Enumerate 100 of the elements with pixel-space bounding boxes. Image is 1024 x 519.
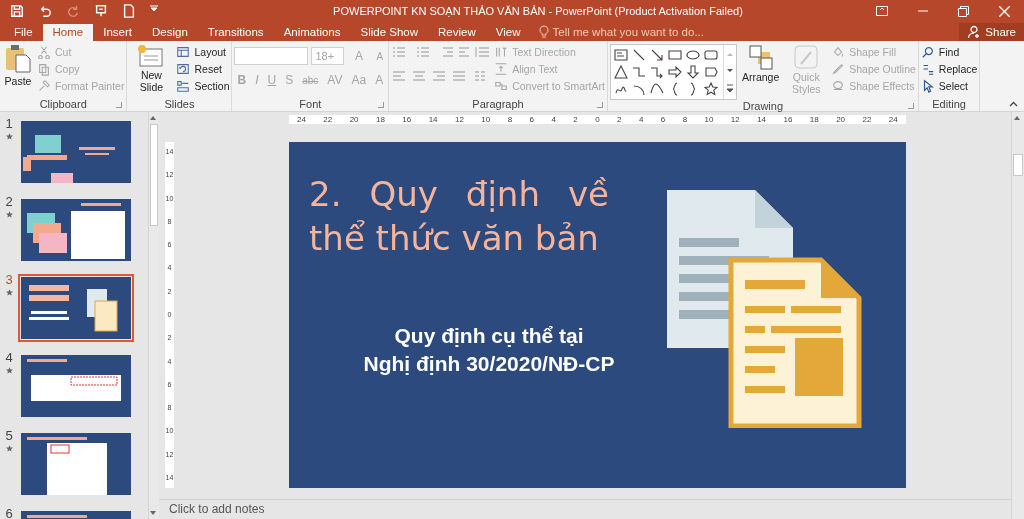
ruler-number: 14 bbox=[428, 115, 438, 124]
slide-thumbnail[interactable] bbox=[18, 274, 134, 342]
slide-subtitle: Quy định cụ thể tại bbox=[394, 323, 584, 349]
scrollbar[interactable] bbox=[1011, 112, 1024, 519]
pencil-icon bbox=[831, 61, 846, 76]
layout-icon bbox=[176, 44, 191, 59]
dialog-launcher-icon[interactable] bbox=[116, 102, 123, 108]
ruler-number: 6 bbox=[660, 115, 666, 124]
ruler-number: 4 bbox=[638, 115, 644, 124]
brush-icon bbox=[37, 78, 51, 93]
font-name-field[interactable] bbox=[234, 47, 309, 65]
clipboard-icon bbox=[4, 44, 32, 74]
dialog-launcher-icon[interactable] bbox=[907, 103, 914, 109]
slide-thumbnail[interactable] bbox=[18, 352, 134, 420]
section-icon bbox=[176, 78, 191, 93]
dialog-launcher-icon[interactable] bbox=[596, 102, 603, 108]
editing-button[interactable]: Replace bbox=[920, 61, 978, 76]
ribbon-display-icon[interactable] bbox=[876, 6, 888, 16]
scroll-thumb[interactable] bbox=[150, 124, 158, 226]
arrange-icon bbox=[747, 44, 774, 70]
ruler-number: 8 bbox=[507, 115, 513, 124]
paste-button[interactable]: Paste bbox=[2, 44, 34, 97]
ruler-number: 2 bbox=[617, 115, 622, 124]
reset-icon bbox=[176, 61, 191, 76]
ruler-number: 4 bbox=[551, 115, 556, 124]
ruler-number: 18 bbox=[376, 115, 385, 124]
gallery-scroll-icon[interactable] bbox=[722, 45, 736, 99]
ruler-number: 6 bbox=[529, 115, 534, 124]
slide-option-button[interactable]: Reset bbox=[176, 61, 230, 76]
tell-me-field[interactable]: Tell me what you want to do... bbox=[530, 25, 704, 41]
ruler-number: 10 bbox=[704, 115, 714, 124]
ruler-number: 22 bbox=[862, 115, 872, 124]
arrange-button[interactable]: Arrange bbox=[739, 44, 782, 100]
window-title: POWERPOINT KN SOẠN THẢO VĂN BẢN - PowerPoint (Product Activation Failed) bbox=[332, 5, 744, 17]
restore-icon[interactable] bbox=[958, 5, 969, 17]
ribbon-tab[interactable]: Transitions bbox=[197, 24, 274, 41]
slide-number: 2 bbox=[5, 196, 13, 208]
ruler-number: 12 bbox=[730, 115, 740, 124]
ribbon-tab[interactable]: Insert bbox=[93, 24, 142, 41]
scroll-thumb[interactable] bbox=[1013, 154, 1023, 176]
ruler-number: 10 bbox=[481, 115, 491, 124]
ribbon-tab[interactable]: File bbox=[4, 24, 43, 41]
editing-button[interactable]: Find bbox=[920, 44, 978, 59]
effects-icon bbox=[831, 78, 846, 93]
slide-number: 6 bbox=[5, 508, 13, 519]
collapse-ribbon-icon[interactable] bbox=[1009, 101, 1018, 107]
dialog-launcher-icon[interactable] bbox=[378, 102, 385, 108]
slideshow-icon[interactable] bbox=[94, 4, 108, 18]
group-label: Font bbox=[299, 98, 322, 110]
ruler-number: 2 bbox=[573, 115, 578, 124]
ruler-number: 24 bbox=[297, 115, 306, 124]
slide-thumbnail[interactable] bbox=[18, 118, 134, 186]
ruler-number: 20 bbox=[836, 115, 846, 124]
ruler-number: 20 bbox=[349, 115, 359, 124]
slide-number: 3 bbox=[5, 274, 13, 286]
ribbon-tab[interactable]: View bbox=[485, 24, 531, 41]
new-file-icon[interactable] bbox=[122, 4, 136, 18]
slide-number: 5 bbox=[5, 430, 13, 442]
slide-thumbnail[interactable] bbox=[18, 430, 134, 498]
ruler-number: 14 bbox=[757, 115, 767, 124]
share-button[interactable]: Share bbox=[959, 23, 1024, 41]
slide-thumbnail[interactable] bbox=[18, 196, 134, 264]
ribbon-tab[interactable]: Review bbox=[428, 24, 486, 41]
editing-button[interactable]: Select bbox=[920, 78, 978, 93]
slide-number: 1 bbox=[5, 118, 13, 130]
copy-icon bbox=[37, 61, 51, 76]
undo-icon[interactable] bbox=[38, 4, 52, 18]
text-direction-icon bbox=[494, 44, 509, 59]
slide-title: 2. Quy định về bbox=[309, 173, 609, 216]
group-label: Clipboard bbox=[39, 98, 87, 110]
star-icon bbox=[4, 210, 14, 219]
slide-option-button[interactable]: Layout bbox=[176, 44, 230, 59]
scrollbar[interactable] bbox=[148, 112, 159, 519]
close-icon[interactable] bbox=[999, 5, 1010, 17]
ruler-number: 22 bbox=[323, 115, 333, 124]
group-label: Drawing bbox=[742, 100, 784, 112]
lightbulb-icon bbox=[538, 25, 549, 38]
paint-bucket-icon bbox=[831, 44, 846, 59]
ruler-number: 18 bbox=[809, 115, 819, 124]
group-label: Paragraph bbox=[472, 98, 524, 110]
save-icon[interactable] bbox=[10, 4, 24, 18]
new-slide-button[interactable]: New Slide bbox=[129, 44, 174, 97]
search-icon bbox=[920, 44, 935, 59]
star-icon bbox=[4, 366, 14, 375]
ruler-number: 16 bbox=[783, 115, 793, 124]
ruler-number: 16 bbox=[402, 115, 412, 124]
ruler-number: 12 bbox=[454, 115, 464, 124]
ruler-number: 0 bbox=[595, 115, 600, 124]
ruler-number: 8 bbox=[682, 115, 688, 124]
ribbon-tab[interactable]: Animations bbox=[273, 24, 351, 41]
ribbon-tab[interactable]: Design bbox=[142, 24, 198, 41]
slide-canvas[interactable]: 2. Quy định về thể thức văn bản Quy định cụ thể tại Nghị định 30/2020/NĐ-CP bbox=[289, 142, 906, 488]
star-icon bbox=[4, 288, 14, 297]
quick-styles-icon bbox=[793, 44, 820, 70]
slide-number: 4 bbox=[5, 352, 13, 364]
slide-subtitle: Nghị định 30/2020/NĐ-CP bbox=[363, 351, 615, 377]
customize-caret-icon[interactable] bbox=[150, 4, 158, 12]
ribbon-tab[interactable]: Slide Show bbox=[350, 24, 429, 41]
ribbon-tab[interactable]: Home bbox=[42, 24, 94, 41]
slide-option-button[interactable]: Section bbox=[176, 78, 230, 93]
